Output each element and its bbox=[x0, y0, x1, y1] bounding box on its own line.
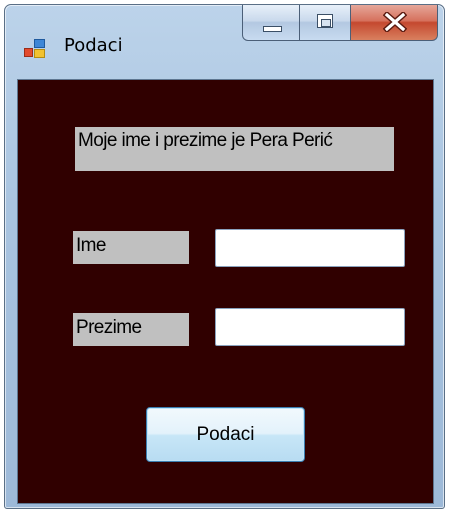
form-client-area: Moje ime i prezime je Pera Perić Ime Pre… bbox=[17, 79, 434, 504]
podaci-button[interactable]: Podaci bbox=[146, 407, 305, 462]
app-window: Podaci Moje ime i prezime je Pera Perić … bbox=[4, 4, 445, 509]
close-button[interactable] bbox=[350, 5, 438, 41]
close-icon bbox=[383, 12, 407, 32]
first-name-label: Ime bbox=[73, 231, 189, 264]
title-bar[interactable]: Podaci bbox=[5, 5, 444, 79]
minimize-icon bbox=[263, 26, 282, 32]
maximize-icon bbox=[317, 14, 333, 28]
minimize-button[interactable] bbox=[242, 5, 300, 41]
caption-buttons bbox=[242, 5, 438, 41]
first-name-field[interactable] bbox=[215, 229, 405, 267]
window-title: Podaci bbox=[64, 35, 123, 56]
last-name-field[interactable] bbox=[215, 308, 405, 346]
last-name-label: Prezime bbox=[73, 313, 189, 346]
maximize-button[interactable] bbox=[299, 5, 351, 41]
info-label: Moje ime i prezime je Pera Perić bbox=[75, 127, 394, 171]
app-icon bbox=[24, 39, 46, 59]
